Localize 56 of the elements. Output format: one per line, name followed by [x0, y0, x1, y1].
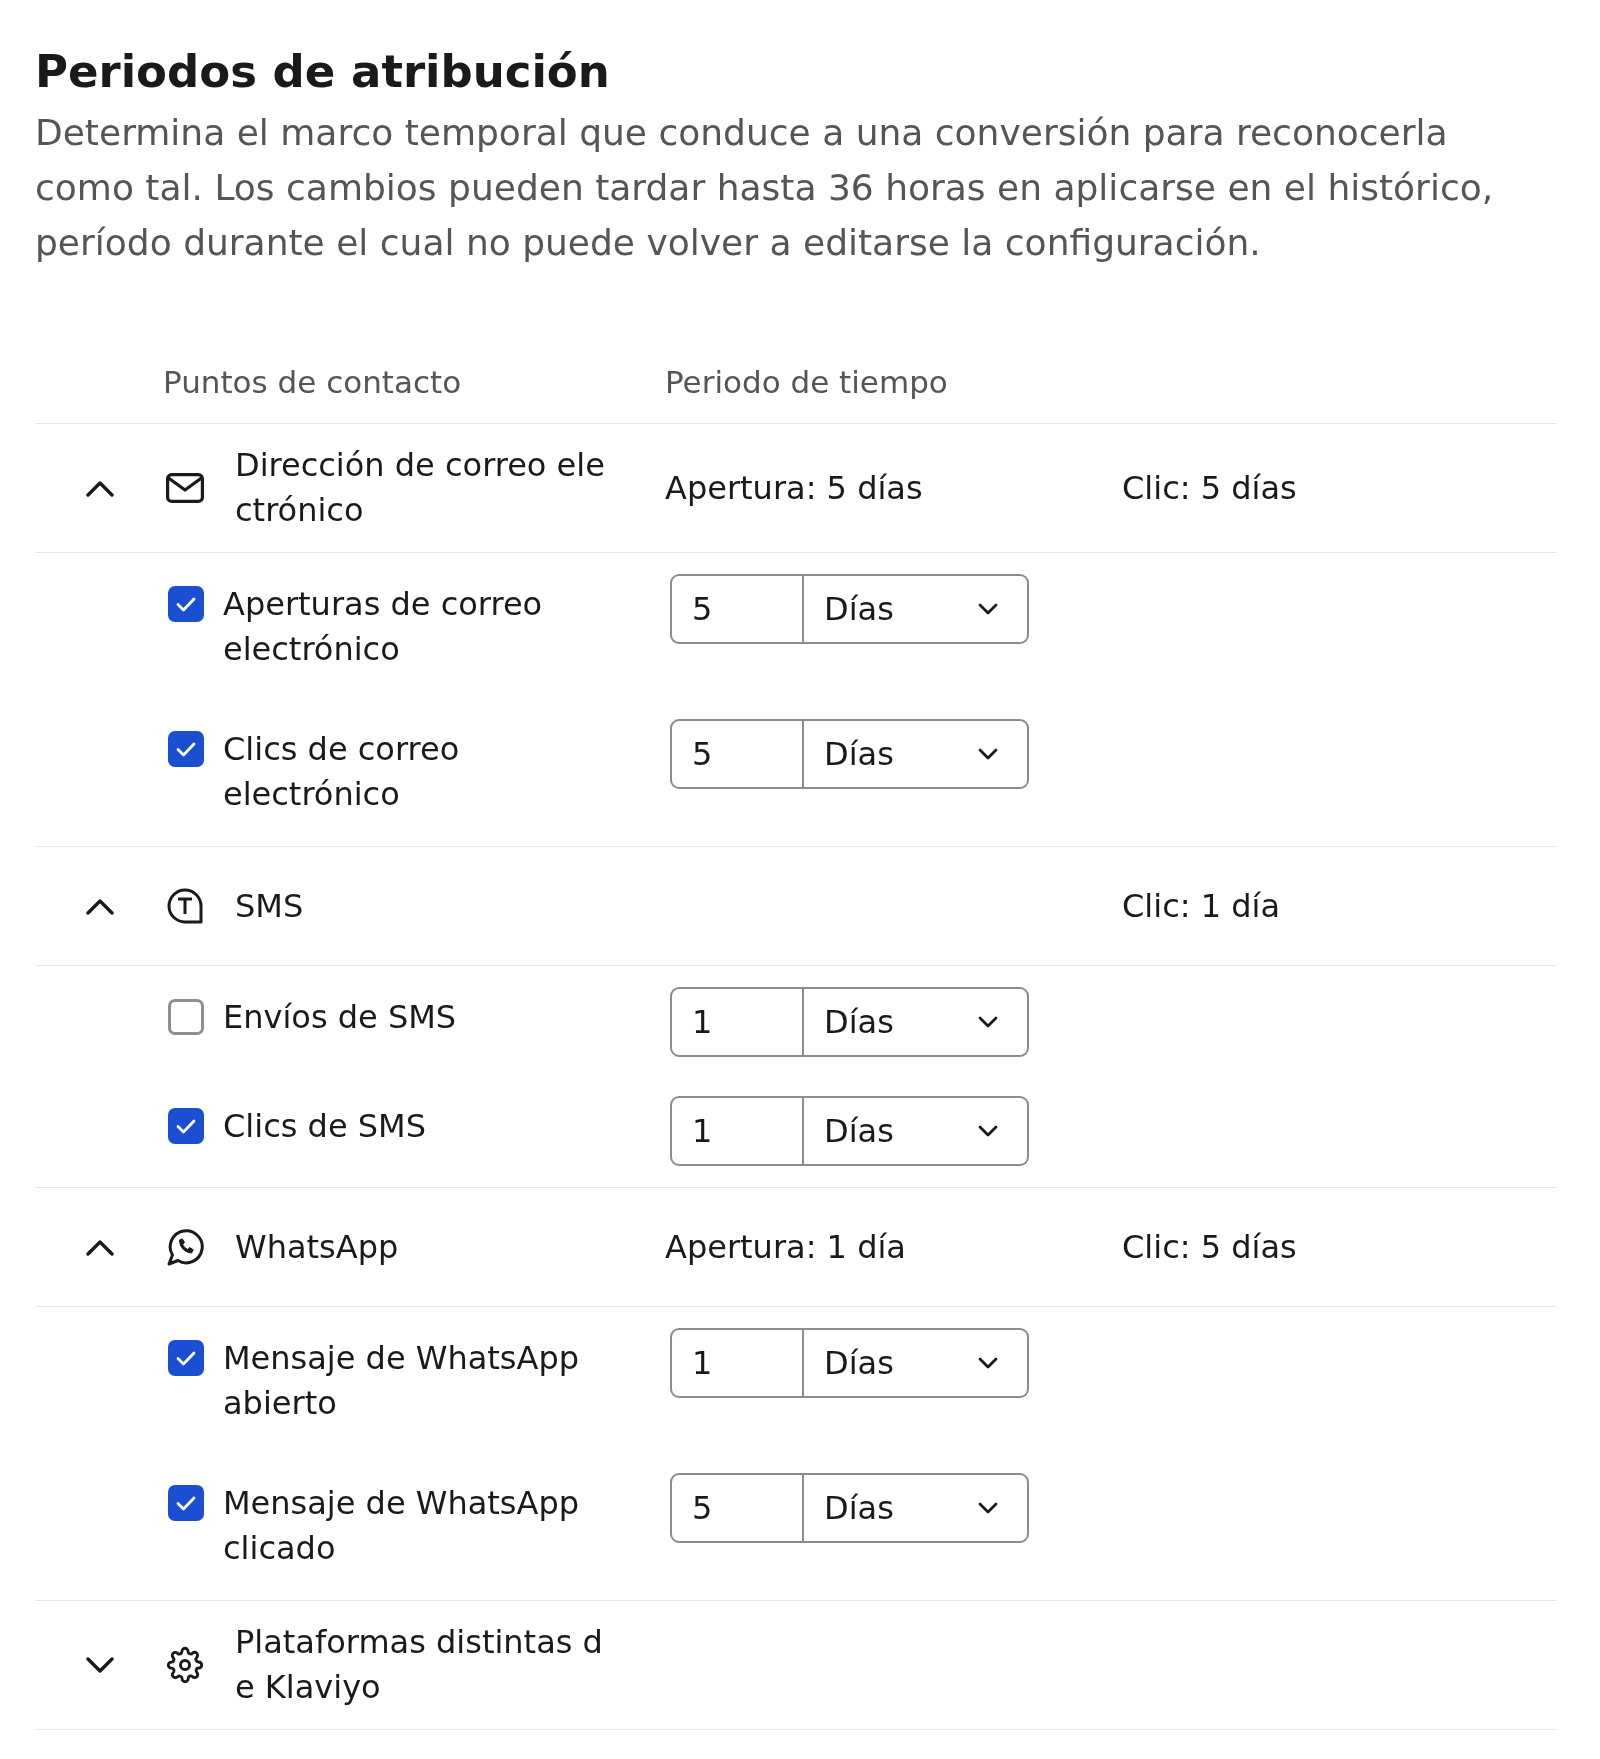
- chevron-down-icon: [978, 1016, 998, 1028]
- channel-name: Plataformas distintas de Klaviyo: [235, 1622, 604, 1708]
- check-icon: [176, 1495, 196, 1511]
- chevron-up-icon[interactable]: [86, 479, 114, 497]
- unit-dropdown[interactable]: Días: [804, 719, 1029, 789]
- checkbox-label: Aperturas de correo electrónico: [223, 584, 544, 670]
- period-input[interactable]: 1: [670, 987, 804, 1057]
- checkbox[interactable]: [168, 1340, 204, 1376]
- chevron-down-icon: [978, 1125, 998, 1137]
- checkbox-label: Mensaje de WhatsApp abierto: [223, 1338, 581, 1424]
- check-icon: [176, 741, 196, 757]
- period-input[interactable]: 1: [670, 1096, 804, 1166]
- chevron-down-icon: [978, 1357, 998, 1369]
- checkbox-label: Envíos de SMS: [223, 997, 457, 1038]
- open-window-text: Apertura: 1 día: [665, 1227, 906, 1266]
- period-input[interactable]: 5: [670, 574, 804, 644]
- chevron-up-icon[interactable]: [86, 1238, 114, 1256]
- envelope-icon: [166, 473, 204, 503]
- unit-dropdown[interactable]: Días: [804, 1473, 1029, 1543]
- checkbox[interactable]: [168, 999, 204, 1035]
- check-icon: [176, 596, 196, 612]
- unit-dropdown[interactable]: Días: [804, 987, 1029, 1057]
- checkbox[interactable]: [168, 1485, 204, 1521]
- checkbox-label: Clics de SMS: [223, 1106, 426, 1147]
- unit-dropdown[interactable]: Días: [804, 574, 1029, 644]
- chevron-up-icon[interactable]: [86, 897, 114, 915]
- column-header: Periodo de tiempo: [665, 363, 948, 402]
- chevron-down-icon: [978, 1502, 998, 1514]
- text-bubble-icon: [166, 887, 204, 925]
- unit-dropdown[interactable]: Días: [804, 1096, 1029, 1166]
- checkbox[interactable]: [168, 731, 204, 767]
- period-input[interactable]: 5: [670, 1473, 804, 1543]
- page-title: Periodos de atribución: [35, 46, 610, 98]
- chevron-down-icon: [978, 748, 998, 760]
- click-window-text: Clic: 5 días: [1122, 467, 1297, 509]
- check-icon: [176, 1350, 196, 1366]
- open-window-text: Apertura: 5 días: [665, 468, 923, 507]
- channel-name: SMS: [235, 885, 304, 927]
- period-input[interactable]: 5: [670, 719, 804, 789]
- checkbox-label: Clics de correo electrónico: [223, 729, 461, 815]
- check-icon: [176, 1118, 196, 1134]
- click-window-text: Clic: 1 día: [1122, 885, 1280, 927]
- unit-dropdown[interactable]: Días: [804, 1328, 1029, 1398]
- phone-bubble-icon: [166, 1228, 204, 1266]
- period-input[interactable]: 1: [670, 1328, 804, 1398]
- column-header: Puntos de contacto: [163, 364, 462, 400]
- gear-icon: [166, 1646, 204, 1684]
- channel-name: Dirección de correo electrónico: [235, 445, 606, 531]
- checkbox-label: Mensaje de WhatsApp clicado: [223, 1483, 581, 1569]
- channel-name: WhatsApp: [235, 1226, 399, 1268]
- description-text: Determina el marco temporal que conduce a una conversión para reconocerla como tal. Los cambios pueden tardar hasta 36 horas en aplicarse en el histórico, período durante el cual no puede volver a editarse la configuración.: [35, 111, 1495, 265]
- checkbox[interactable]: [168, 586, 204, 622]
- checkbox[interactable]: [168, 1108, 204, 1144]
- chevron-down-icon[interactable]: [86, 1656, 114, 1674]
- click-window-text: Clic: 5 días: [1122, 1226, 1297, 1268]
- chevron-down-icon: [978, 603, 998, 615]
